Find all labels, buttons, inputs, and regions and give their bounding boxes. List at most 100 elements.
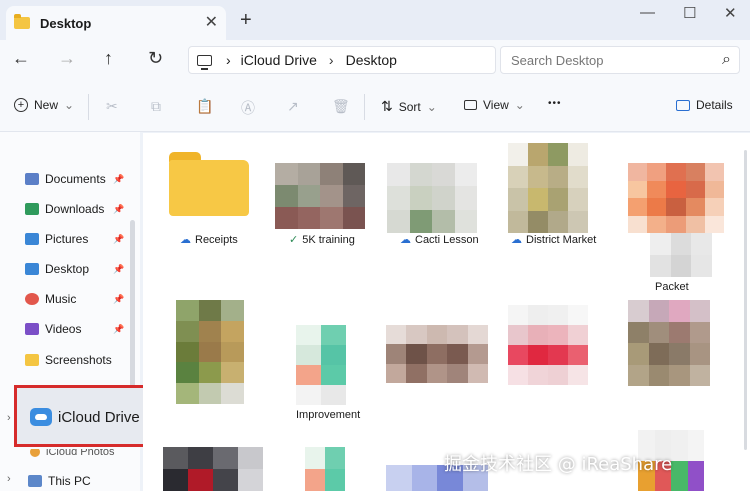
file-label-district-market: ☁ District Market [511, 233, 597, 247]
monitor-icon [197, 54, 212, 70]
paste-icon[interactable]: 📋 [196, 98, 213, 115]
sidebar-item-label: Pictures [45, 232, 89, 246]
sidebar-item-downloads[interactable]: Downloads 📌 [25, 202, 125, 216]
thumbnail-packet-lower[interactable] [650, 233, 712, 277]
sidebar-scrollbar[interactable] [130, 220, 135, 390]
thumbnail-image-11[interactable] [163, 447, 263, 491]
address-bar[interactable]: › iCloud Drive › Desktop [188, 46, 496, 74]
sidebar-item-label: Screenshots [45, 353, 112, 367]
sidebar-item-label: Documents [45, 172, 106, 186]
up-button[interactable]: ↑ [104, 48, 113, 69]
new-label: New [34, 98, 59, 112]
minimize-button[interactable]: — [640, 4, 655, 21]
thumbnail-packet[interactable] [628, 163, 724, 233]
divider [88, 94, 89, 120]
delete-icon[interactable]: 🗑 [332, 98, 350, 115]
pin-icon: 📌 [113, 263, 125, 274]
sidebar-item-label: Downloads [45, 202, 105, 216]
new-tab-button[interactable]: + [240, 9, 252, 32]
sidebar-item-videos[interactable]: Videos 📌 [25, 322, 125, 336]
pin-icon: 📌 [113, 233, 125, 244]
sort-label: Sort [398, 99, 421, 114]
breadcrumb-separator: › [328, 52, 334, 68]
refresh-button[interactable]: ↻ [148, 48, 163, 69]
sidebar-item-documents[interactable]: Documents 📌 [25, 172, 125, 186]
sidebar-item-pictures[interactable]: Pictures 📌 [25, 232, 125, 246]
watermark-text: 掘金技术社区 @ iReaShare [444, 454, 673, 475]
thumbnail-image-12[interactable] [305, 447, 345, 491]
sidebar-item-label: Desktop [45, 262, 90, 276]
share-icon[interactable]: ↗ [287, 98, 299, 115]
plus-icon: + [14, 98, 28, 112]
content-scrollbar[interactable] [744, 150, 747, 450]
divider [364, 94, 365, 120]
tab-desktop[interactable]: Desktop ✕ [6, 6, 226, 40]
search-icon: ⌕ [722, 51, 731, 68]
sidebar-item-desktop[interactable]: Desktop 📌 [25, 262, 125, 276]
breadcrumb-separator: › [226, 52, 231, 68]
pin-icon: 📌 [113, 293, 125, 304]
details-button[interactable]: Details [676, 98, 733, 112]
back-button[interactable]: ← [12, 48, 30, 69]
folder-receipts[interactable] [169, 152, 249, 216]
chevron-down-icon: ⌄ [64, 98, 75, 112]
computer-icon [28, 475, 42, 487]
icloud-drive-label: iCloud Drive [30, 408, 140, 426]
file-label-5k-training: ✓ 5K training [289, 233, 355, 247]
folder-body [169, 160, 249, 216]
sidebar-item-screenshots[interactable]: Screenshots [25, 353, 125, 367]
sidebar-item-music[interactable]: Music 📌 [25, 292, 125, 306]
synced-status-icon: ✓ [289, 234, 299, 246]
tab-close-icon[interactable]: ✕ [205, 12, 218, 32]
downloads-icon [25, 203, 39, 215]
new-button[interactable]: + New ⌄ [14, 98, 74, 112]
breadcrumb-icloud-drive[interactable]: iCloud Drive [241, 52, 317, 68]
thumbnail-cacti-lesson[interactable] [387, 163, 477, 233]
file-label-receipts: ☁ Receipts [180, 233, 238, 247]
desktop-icon [25, 263, 39, 275]
thumbnail-image-6[interactable] [176, 300, 244, 404]
music-icon [25, 293, 39, 305]
chevron-right-icon[interactable]: › [7, 412, 11, 424]
cloud-status-icon: ☁ [400, 234, 411, 246]
videos-icon [25, 323, 39, 335]
cut-icon[interactable]: ✂ [106, 98, 118, 115]
search-input[interactable]: Search Desktop ⌕ [500, 46, 740, 74]
cloud-status-icon: ☁ [511, 234, 522, 246]
close-button[interactable]: ✕ [724, 4, 737, 22]
thumbnail-improvement[interactable] [296, 325, 346, 405]
icloud-icon [30, 408, 52, 426]
chevron-right-icon[interactable]: › [7, 473, 11, 485]
thumbnail-district-market[interactable] [508, 143, 588, 233]
search-placeholder: Search Desktop [511, 52, 604, 68]
more-options-button[interactable]: ••• [548, 98, 562, 109]
thumbnail-image-8[interactable] [386, 325, 488, 383]
maximize-button[interactable]: ☐ [683, 4, 696, 22]
sort-icon: ⇅ [381, 98, 393, 114]
copy-icon[interactable]: ⧉ [151, 98, 161, 115]
file-label-packet: Packet [655, 281, 689, 293]
cloud-status-icon: ☁ [180, 234, 191, 246]
sidebar-item-this-pc[interactable]: This PC [28, 474, 128, 488]
pin-icon: 📌 [113, 323, 125, 334]
folder-icon [14, 14, 30, 29]
rename-icon[interactable]: Ⓐ [241, 98, 255, 118]
thumbnail-image-9[interactable] [508, 305, 588, 385]
pictures-icon [25, 233, 39, 245]
forward-button[interactable]: → [58, 48, 76, 69]
thumbnail-image-10[interactable] [628, 300, 710, 386]
view-label: View [483, 98, 509, 112]
view-button[interactable]: View ⌄ [464, 98, 525, 112]
tab-title: Desktop [40, 15, 92, 31]
chevron-down-icon: ⌄ [426, 99, 437, 114]
chevron-down-icon: ⌄ [514, 98, 525, 112]
pin-icon: 📌 [113, 173, 125, 184]
breadcrumb-desktop[interactable]: Desktop [346, 52, 397, 68]
sidebar-item-label: Music [45, 292, 77, 306]
thumbnail-5k-training[interactable] [275, 163, 365, 229]
pin-icon: 📌 [113, 203, 125, 214]
documents-icon [25, 173, 39, 185]
sort-button[interactable]: ⇅ Sort ⌄ [381, 98, 437, 115]
details-pane-icon [676, 99, 690, 111]
details-label: Details [696, 98, 733, 112]
